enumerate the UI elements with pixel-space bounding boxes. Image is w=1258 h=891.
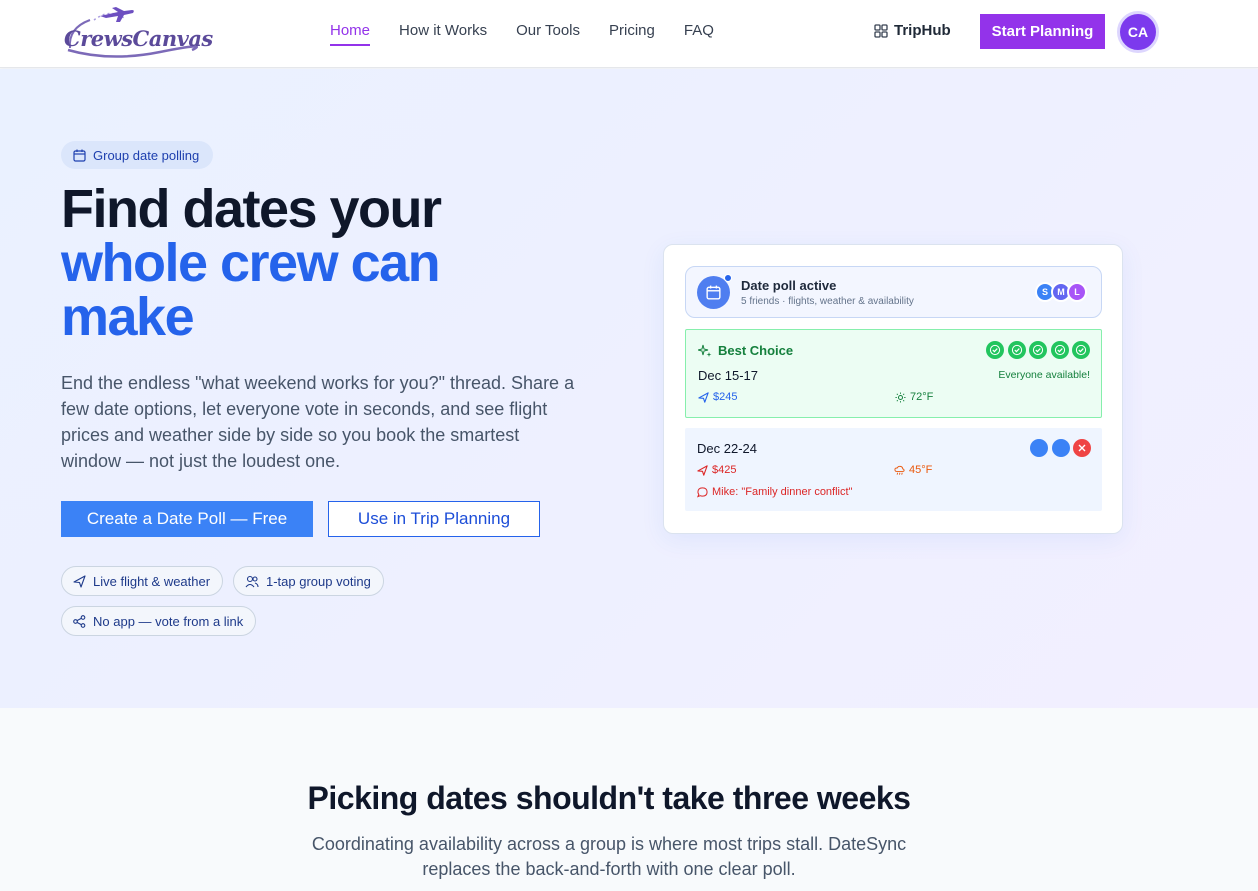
- brand-logo[interactable]: CrewsCanvas: [60, 6, 213, 60]
- feature-chip-label: No app — vote from a link: [93, 613, 244, 629]
- conflict-comment-text: Mike: "Family dinner conflict": [712, 486, 853, 498]
- hero-lead: End the endless "what weekend works for …: [61, 373, 575, 471]
- feature-chip-label: Live flight & weather: [93, 573, 211, 589]
- flight-price: $245: [698, 391, 737, 403]
- availability-status: Everyone available!: [998, 369, 1090, 381]
- triphub-label: TripHub: [894, 22, 951, 39]
- section-title: Picking dates shouldn't take three weeks: [307, 780, 911, 816]
- weather-temp-value: 45°F: [909, 464, 933, 476]
- problem-section: Picking dates shouldn't take three weeks…: [0, 708, 1258, 891]
- hero-section: Group date polling Find dates your whole…: [0, 69, 1258, 708]
- option-dates: Dec 22-24: [697, 441, 757, 456]
- check-icon: [986, 341, 1004, 359]
- triphub-link[interactable]: TripHub: [874, 22, 951, 39]
- plane-icon: [698, 391, 709, 403]
- nav-our-tools[interactable]: Our Tools: [516, 22, 580, 46]
- use-in-trip-planning-button[interactable]: Use in Trip Planning: [328, 501, 540, 537]
- plane-icon: [73, 574, 86, 588]
- date-poll-card: Date poll active 5 friends · flights, we…: [663, 244, 1123, 534]
- calendar-icon: [73, 149, 86, 162]
- participant-avatar: L: [1067, 282, 1087, 302]
- conflict-comment: Mike: "Family dinner conflict": [697, 486, 852, 498]
- create-date-poll-button[interactable]: Create a Date Poll — Free: [61, 501, 313, 537]
- weather-temp-value: 72°F: [910, 391, 934, 403]
- check-icon: [1029, 341, 1047, 359]
- cloud-rain-icon: [894, 465, 905, 475]
- weather-temp: 72°F: [895, 391, 933, 403]
- live-indicator-dot: [724, 274, 732, 282]
- check-icon: [1007, 341, 1026, 359]
- vote-dot-yes: [1030, 439, 1048, 457]
- check-icon: [1050, 341, 1069, 359]
- start-planning-button[interactable]: Start Planning: [980, 14, 1105, 49]
- feature-chip-flight-weather: Live flight & weather: [61, 566, 224, 596]
- feature-chip-no-app: No app — vote from a link: [61, 606, 257, 636]
- logo-text: CrewsCanvas: [64, 26, 213, 51]
- message-icon: [697, 486, 708, 498]
- best-choice-tag: Best Choice: [698, 343, 793, 358]
- plane-icon: [697, 464, 708, 476]
- feature-chip-group-voting: 1-tap group voting: [233, 566, 384, 596]
- poll-status-title: Date poll active: [741, 278, 837, 293]
- headline-line-2: whole crew can make: [61, 233, 441, 347]
- flight-price: $425: [697, 464, 736, 476]
- flight-price-value: $425: [712, 464, 737, 476]
- grid-icon: [874, 23, 888, 38]
- section-subtitle: Coordinating availability across a group…: [311, 834, 907, 879]
- option-dates: Dec 15-17: [698, 368, 758, 383]
- share-icon: [73, 614, 86, 628]
- main-nav: Home How it Works Our Tools Pricing FAQ: [330, 22, 743, 46]
- poll-status-bar: Date poll active 5 friends · flights, we…: [685, 266, 1102, 318]
- date-option-best[interactable]: Best Choice Dec 15-17 Everyone available…: [685, 329, 1102, 418]
- sparkle-icon: [698, 344, 712, 357]
- sun-icon: [895, 391, 906, 403]
- flight-price-value: $245: [713, 391, 738, 403]
- nav-how-it-works[interactable]: How it Works: [399, 22, 487, 46]
- poll-status-subtitle: 5 friends · flights, weather & availabil…: [741, 296, 914, 307]
- weather-temp: 45°F: [894, 464, 932, 476]
- hero-badge: Group date polling: [61, 141, 214, 169]
- best-choice-label: Best Choice: [718, 343, 794, 358]
- check-icon: [1072, 341, 1090, 359]
- nav-home[interactable]: Home: [330, 22, 371, 46]
- site-header: CrewsCanvas Home How it Works Our Tools …: [0, 0, 1258, 68]
- nav-faq[interactable]: FAQ: [684, 22, 714, 46]
- headline-line-1: Find dates your: [61, 179, 442, 239]
- x-icon: [1073, 439, 1091, 457]
- date-option-second[interactable]: Dec 22-24 $425 45°F Mike: "Family dinner…: [685, 428, 1102, 511]
- users-icon: [245, 575, 259, 587]
- hero-badge-label: Group date polling: [93, 147, 200, 163]
- vote-checks: [983, 341, 1090, 359]
- feature-chip-label: 1-tap group voting: [266, 573, 371, 589]
- vote-dot-yes: [1051, 439, 1070, 457]
- user-avatar[interactable]: CA: [1117, 11, 1159, 53]
- hero-headline: Find dates your whole crew can make: [61, 182, 481, 344]
- nav-pricing[interactable]: Pricing: [609, 22, 655, 46]
- vote-indicators: [1027, 439, 1091, 457]
